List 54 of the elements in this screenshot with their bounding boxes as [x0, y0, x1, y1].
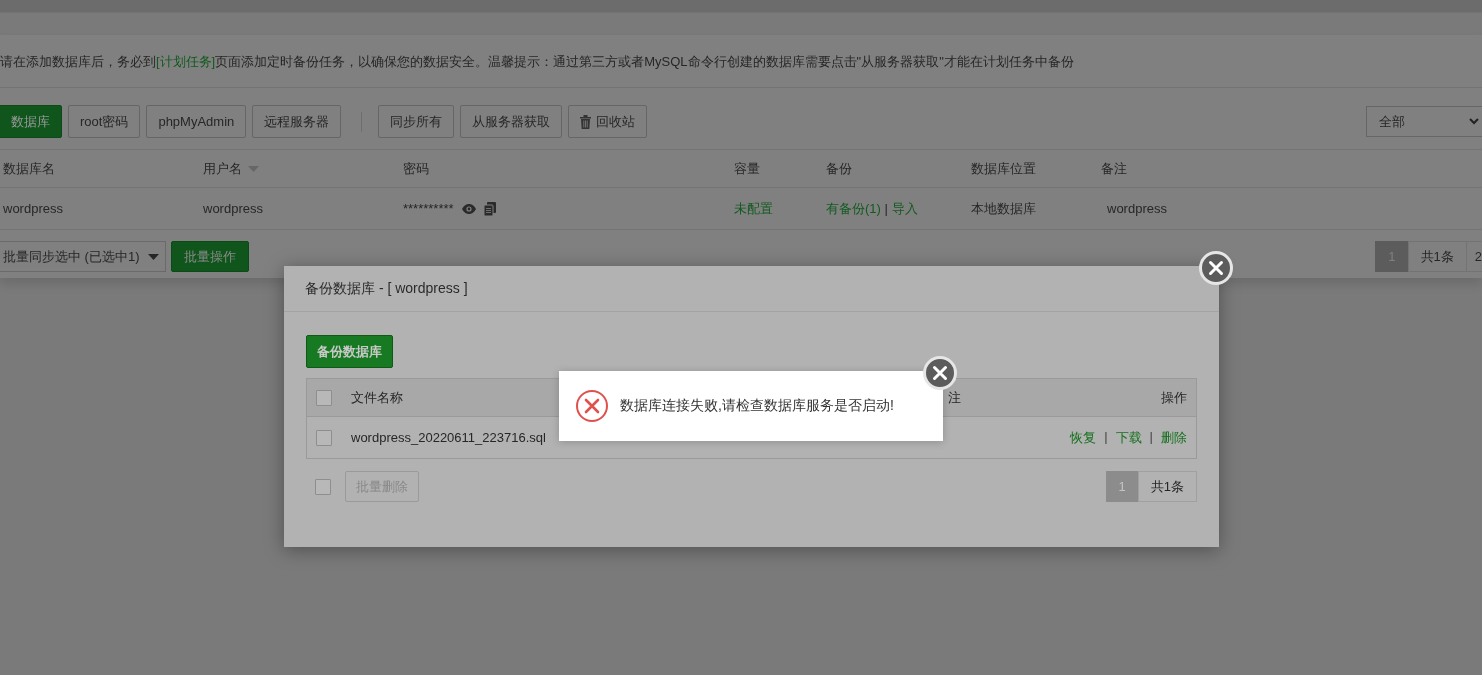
page-total: 共1条: [1407, 241, 1467, 272]
column-header: 备注: [1101, 159, 1127, 178]
caret-down-icon: [147, 253, 159, 260]
toolbar-button[interactable]: 同步所有: [378, 105, 455, 138]
copy-icon[interactable]: [483, 201, 496, 216]
sort-caret-icon: [248, 165, 259, 172]
toolbar-button[interactable]: 远程服务器: [252, 105, 342, 138]
error-message: 数据库连接失败,请检查数据库服务是否启动!: [620, 397, 894, 415]
link-divider: |: [884, 200, 888, 216]
action-link[interactable]: 恢复: [1070, 428, 1097, 447]
page-total: 共1条: [1137, 471, 1197, 502]
backup-link[interactable]: 有备份(1): [826, 200, 881, 216]
dialog-title: 备份数据库 - [ wordpress ]: [305, 279, 468, 298]
import-link[interactable]: 导入: [891, 200, 918, 216]
chevron-down-icon: [1469, 118, 1479, 125]
page-button[interactable]: 1: [1105, 471, 1139, 502]
batch-action-button[interactable]: 批量操作: [170, 241, 249, 272]
column-header: 备份: [826, 159, 852, 178]
file-name: wordpress_20220611_223716.sql: [351, 430, 546, 445]
column-header: 容量: [734, 159, 760, 178]
column-header: 文件名称: [351, 389, 403, 405]
notice-text: 请在添加数据库后，务必到[计划任务]页面添加定时备份任务，以确保您的数据安全。温馨提示：通过第三方或者MySQL命令行创建的数据库需要点击"从服务器获取"才能在计划任务中备份: [0, 35, 1482, 88]
recycle-bin-button[interactable]: 回收站: [568, 105, 648, 138]
column-header: 数据库名: [3, 159, 55, 178]
toolbar-button[interactable]: phpMyAdmin: [146, 105, 247, 138]
action-link[interactable]: 删除: [1161, 428, 1187, 447]
scheduled-tasks-link[interactable]: [计划任务]: [156, 54, 216, 69]
column-header: 操作: [1161, 388, 1187, 407]
table-cell: 本地数据库: [971, 200, 1036, 216]
table-cell: wordpress: [3, 201, 63, 216]
action-link[interactable]: 下载: [1115, 428, 1142, 447]
page-button[interactable]: 2: [1465, 241, 1482, 272]
backup-database-button[interactable]: 备份数据库: [306, 335, 393, 368]
checkbox[interactable]: [316, 389, 332, 406]
action-divider: |: [1104, 428, 1108, 446]
eye-icon[interactable]: [461, 203, 476, 214]
toolbar-button[interactable]: 从服务器获取: [460, 105, 563, 138]
column-header: 密码: [403, 159, 429, 178]
filter-dropdown[interactable]: 全部: [1366, 106, 1482, 137]
table-cell-text: wordpress: [1106, 201, 1167, 216]
table-cell: wordpress: [203, 201, 263, 216]
checkbox[interactable]: [315, 478, 331, 495]
column-header: 注: [948, 388, 961, 407]
batch-select-dropdown[interactable]: 批量同步选中 (已选中1): [0, 241, 166, 272]
column-header[interactable]: 用户名: [203, 159, 259, 178]
column-header: 数据库位置: [971, 159, 1036, 178]
toolbar-button[interactable]: root密码: [68, 105, 141, 138]
trash-icon: [580, 114, 592, 129]
password-mask: **********: [403, 201, 454, 216]
checkbox[interactable]: [316, 429, 332, 446]
capacity-link[interactable]: 未配置: [734, 200, 773, 216]
action-divider: |: [1149, 428, 1153, 446]
error-icon: [575, 389, 609, 423]
add-database-button[interactable]: 数据库: [0, 105, 62, 138]
